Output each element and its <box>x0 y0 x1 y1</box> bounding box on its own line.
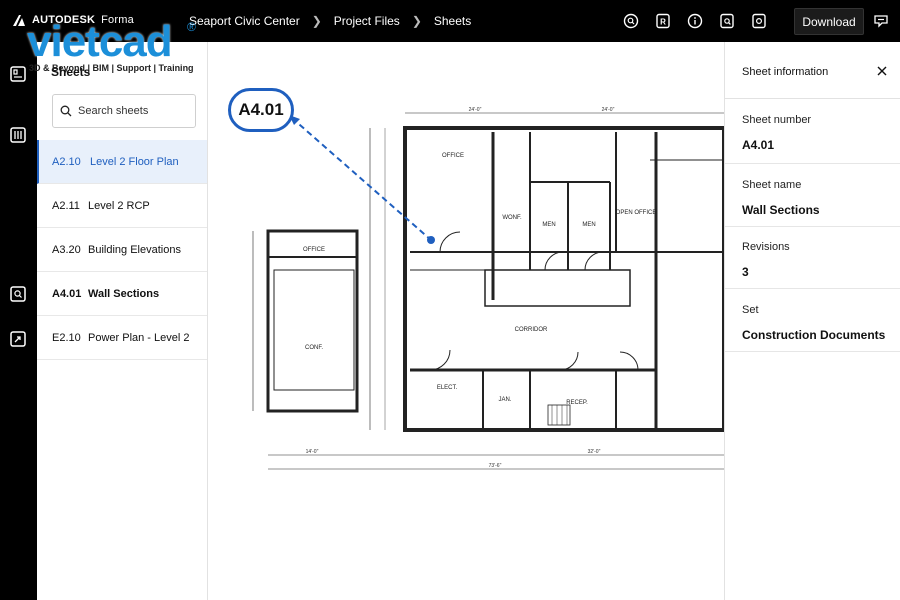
autodesk-logo-icon <box>13 15 25 26</box>
svg-text:R: R <box>660 18 666 27</box>
breadcrumb: Seaport Civic Center ❯ Project Files ❯ S… <box>189 14 471 28</box>
dimension-label: 24'-0" <box>602 107 615 113</box>
sheet-name: Power Plan - Level 2 <box>88 331 190 344</box>
chevron-right-icon: ❯ <box>311 14 322 28</box>
export-icon[interactable] <box>9 330 27 348</box>
sheet-list: A2.10 Level 2 Floor Plan A2.11 Level 2 RCP A… <box>37 140 207 360</box>
room-label: MEN <box>542 222 555 228</box>
room-label: OPEN OFFICE <box>616 210 657 216</box>
close-icon[interactable] <box>875 64 889 78</box>
room-label: CORRIDOR <box>515 327 548 333</box>
divider <box>725 163 900 164</box>
feedback-icon[interactable] <box>873 13 889 29</box>
dimension-label: 24'-0" <box>469 107 482 113</box>
breadcrumb-project-files[interactable]: Project Files <box>334 14 400 28</box>
divider <box>725 226 900 227</box>
sheet-number: A2.11 <box>52 199 80 212</box>
files-icon[interactable] <box>9 126 27 144</box>
breadcrumb-project[interactable]: Seaport Civic Center <box>189 14 300 28</box>
field-value: Construction Documents <box>742 328 886 342</box>
sheet-number: E2.10 <box>52 331 81 344</box>
search-doc-icon[interactable] <box>9 285 27 303</box>
room-label: JAN. <box>498 397 511 403</box>
sheet-number: A3.20 <box>52 243 81 256</box>
sheet-number: A4.01 <box>52 287 82 300</box>
sheets-panel-title: Sheets <box>51 65 91 79</box>
field-sheet-number: Sheet number A4.01 <box>742 114 892 152</box>
product-name: Forma <box>101 14 134 26</box>
divider <box>725 351 900 352</box>
room-label: MEN <box>582 222 595 228</box>
download-button[interactable]: Download <box>794 8 864 35</box>
room-label: WONF. <box>502 215 522 221</box>
chevron-right-icon: ❯ <box>411 14 422 28</box>
dimension-label: 14'-0" <box>306 449 319 455</box>
info-icon[interactable] <box>686 12 704 30</box>
left-rail <box>0 42 37 600</box>
info-panel-title: Sheet information <box>742 66 829 78</box>
search-doc-icon[interactable] <box>622 12 640 30</box>
field-value: Wall Sections <box>742 203 820 217</box>
r-badge-icon[interactable]: R <box>654 12 672 30</box>
search-input[interactable] <box>78 105 188 117</box>
field-revisions: Revisions 3 <box>742 241 892 279</box>
sheet-name: Building Elevations <box>88 243 181 256</box>
sheet-name: Level 2 Floor Plan <box>90 155 179 168</box>
sheet-callout[interactable]: A4.01 <box>228 88 294 132</box>
search-icon <box>60 105 72 117</box>
field-value: A4.01 <box>742 138 775 152</box>
brand[interactable]: AUTODESK Forma <box>12 13 134 27</box>
sheets-panel: Sheets A2.10 Level 2 Floor Plan A2.11 Level… <box>37 42 208 600</box>
room-label: CONF. <box>305 345 323 351</box>
lock-icon[interactable] <box>750 12 768 30</box>
field-sheet-name: Sheet name Wall Sections <box>742 179 892 217</box>
sheet-row-a3-20[interactable]: A3.20 Building Elevations <box>37 228 207 272</box>
sheet-row-a2-10[interactable]: A2.10 Level 2 Floor Plan <box>37 140 207 184</box>
sheet-row-a2-11[interactable]: A2.11 Level 2 RCP <box>37 184 207 228</box>
room-label: RECEP. <box>566 400 588 406</box>
field-set: Set Construction Documents <box>742 304 892 342</box>
sheet-row-a4-01[interactable]: A4.01 Wall Sections <box>37 272 207 316</box>
toolbar-icons: R <box>622 12 768 30</box>
room-label: OFFICE <box>442 153 464 159</box>
sheet-row-e2-10[interactable]: E2.10 Power Plan - Level 2 <box>37 316 207 360</box>
sheet-name: Wall Sections <box>88 287 160 300</box>
field-value: 3 <box>742 265 749 279</box>
divider <box>725 288 900 289</box>
field-label: Set <box>742 304 759 316</box>
top-bar: AUTODESK Forma Seaport Civic Center ❯ Pr… <box>0 0 900 42</box>
sheet-info-panel: Sheet information Sheet number A4.01 She… <box>724 42 900 600</box>
sheet-number: A2.10 <box>52 155 81 168</box>
breadcrumb-sheets[interactable]: Sheets <box>434 14 471 28</box>
dimension-label: 32'-0" <box>588 449 601 455</box>
room-label: OFFICE <box>303 247 325 253</box>
sheets-icon[interactable] <box>9 65 27 83</box>
search-box[interactable] <box>52 94 196 128</box>
field-label: Revisions <box>742 241 790 253</box>
field-label: Sheet number <box>742 114 812 126</box>
brand-name: AUTODESK <box>32 14 96 26</box>
sheet-name: Level 2 RCP <box>88 199 150 212</box>
markup-icon[interactable] <box>718 12 736 30</box>
info-panel-header: Sheet information <box>725 42 900 99</box>
dimension-label: 73'-6" <box>489 463 502 469</box>
room-label: ELECT. <box>437 385 458 391</box>
field-label: Sheet name <box>742 179 802 191</box>
